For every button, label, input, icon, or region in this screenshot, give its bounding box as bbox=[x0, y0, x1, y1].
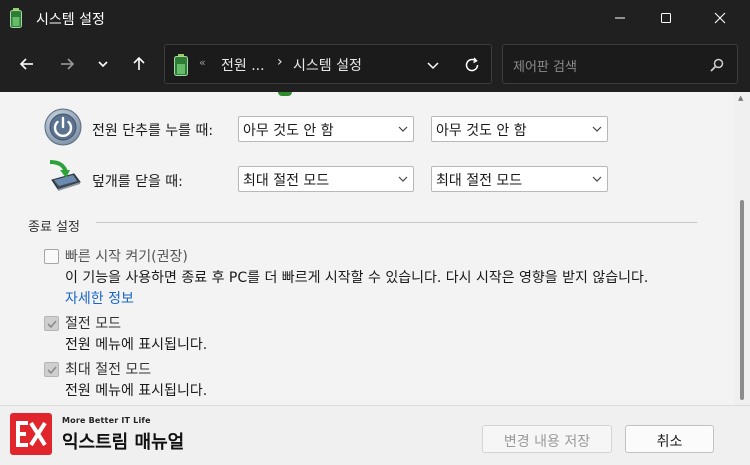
logo-tagline: More Better IT Life bbox=[62, 416, 151, 425]
scroll-thumb[interactable] bbox=[740, 200, 744, 400]
breadcrumb-system-settings[interactable]: 시스템 설정 bbox=[293, 55, 362, 75]
breadcrumb-power-options[interactable]: 전원 ... bbox=[221, 55, 265, 75]
lid-close-label: 덮개를 닫을 때: bbox=[92, 174, 183, 190]
sleep-description: 전원 메뉴에 표시됩니다. bbox=[65, 337, 208, 353]
section-divider bbox=[96, 222, 697, 223]
fast-startup-description: 이 기능을 사용하면 종료 후 PC를 더 빠르게 시작할 수 있습니다. 다시… bbox=[65, 270, 649, 286]
address-bar[interactable]: « 전원 ... › 시스템 설정 bbox=[164, 44, 492, 84]
battery-location-icon bbox=[174, 54, 188, 76]
scroll-up-icon[interactable]: ▲ bbox=[738, 94, 743, 102]
vertical-scrollbar[interactable]: ▲ bbox=[734, 92, 750, 405]
battery-icon-partial bbox=[278, 92, 292, 96]
hibernate-checkbox[interactable] bbox=[44, 362, 59, 377]
lid-close-battery-value: 최대 절전 모드 bbox=[243, 173, 330, 189]
hibernate-description: 전원 메뉴에 표시됩니다. bbox=[65, 383, 208, 399]
save-changes-button[interactable]: 변경 내용 저장 bbox=[482, 425, 612, 453]
sleep-label: 절전 모드 bbox=[65, 316, 121, 332]
chevron-down-icon bbox=[98, 61, 108, 68]
maximize-icon bbox=[661, 13, 671, 23]
checkmark-icon bbox=[47, 366, 57, 375]
arrow-up-icon bbox=[133, 56, 145, 70]
hibernate-label: 최대 절전 모드 bbox=[65, 362, 152, 378]
sleep-checkbox[interactable] bbox=[44, 316, 59, 331]
fast-startup-label: 빠른 시작 켜기(권장) bbox=[65, 249, 188, 265]
lid-close-plugged-value: 최대 절전 모드 bbox=[436, 173, 523, 189]
logo-name: 익스트림 매뉴얼 bbox=[62, 432, 185, 453]
arrow-left-icon bbox=[19, 58, 33, 70]
maximize-button[interactable] bbox=[643, 0, 689, 36]
power-button-label: 전원 단추를 누를 때: bbox=[92, 123, 214, 139]
close-icon bbox=[714, 12, 726, 24]
navigation-bar: « 전원 ... › 시스템 설정 제어판 검색 bbox=[0, 36, 750, 92]
lid-close-plugged-select[interactable]: 최대 절전 모드 bbox=[431, 166, 608, 192]
chevron-down-icon bbox=[592, 176, 602, 182]
address-dropdown-icon[interactable] bbox=[425, 57, 441, 73]
power-button-battery-value: 아무 것도 안 함 bbox=[243, 123, 334, 139]
checkmark-icon bbox=[47, 320, 57, 329]
arrow-right-icon bbox=[61, 58, 75, 70]
fast-startup-checkbox[interactable] bbox=[44, 249, 59, 264]
up-button[interactable] bbox=[125, 50, 153, 78]
laptop-lid-icon bbox=[49, 160, 81, 191]
recent-locations-button[interactable] bbox=[89, 50, 117, 78]
chevron-down-icon bbox=[398, 176, 408, 182]
address-overflow-chevron[interactable]: « bbox=[199, 56, 206, 69]
power-button-plugged-select[interactable]: 아무 것도 안 함 bbox=[431, 116, 608, 142]
power-button-plugged-value: 아무 것도 안 함 bbox=[436, 123, 527, 139]
minimize-icon bbox=[615, 17, 625, 19]
forward-button[interactable] bbox=[53, 50, 81, 78]
breadcrumb-separator[interactable]: › bbox=[277, 54, 283, 70]
shutdown-settings-title: 종료 설정 bbox=[28, 220, 80, 235]
chevron-down-icon bbox=[398, 126, 408, 132]
search-placeholder: 제어판 검색 bbox=[513, 60, 577, 75]
brand-logo-icon bbox=[10, 413, 52, 455]
search-box[interactable]: 제어판 검색 bbox=[502, 44, 738, 84]
ex-logo-icon bbox=[16, 421, 47, 447]
back-button[interactable] bbox=[13, 50, 41, 78]
settings-content: 전원 단추를 누를 때: 아무 것도 안 함 아무 것도 안 함 덮개를 닫을 … bbox=[0, 92, 734, 405]
power-button-icon bbox=[44, 108, 82, 146]
cancel-button[interactable]: 취소 bbox=[625, 425, 714, 453]
lid-close-battery-select[interactable]: 최대 절전 모드 bbox=[238, 166, 414, 192]
chevron-down-icon bbox=[592, 126, 602, 132]
minimize-button[interactable] bbox=[597, 0, 643, 36]
search-icon[interactable] bbox=[709, 57, 725, 73]
battery-app-icon bbox=[10, 8, 22, 28]
power-button-battery-select[interactable]: 아무 것도 안 함 bbox=[238, 116, 414, 142]
window-title: 시스템 설정 bbox=[36, 12, 105, 28]
more-info-link[interactable]: 자세한 정보 bbox=[65, 288, 134, 308]
title-bar: 시스템 설정 bbox=[0, 0, 750, 36]
refresh-icon[interactable] bbox=[463, 56, 481, 74]
footer: More Better IT Life 익스트림 매뉴얼 변경 내용 저장 취소 bbox=[0, 405, 750, 465]
close-button[interactable] bbox=[697, 0, 743, 36]
